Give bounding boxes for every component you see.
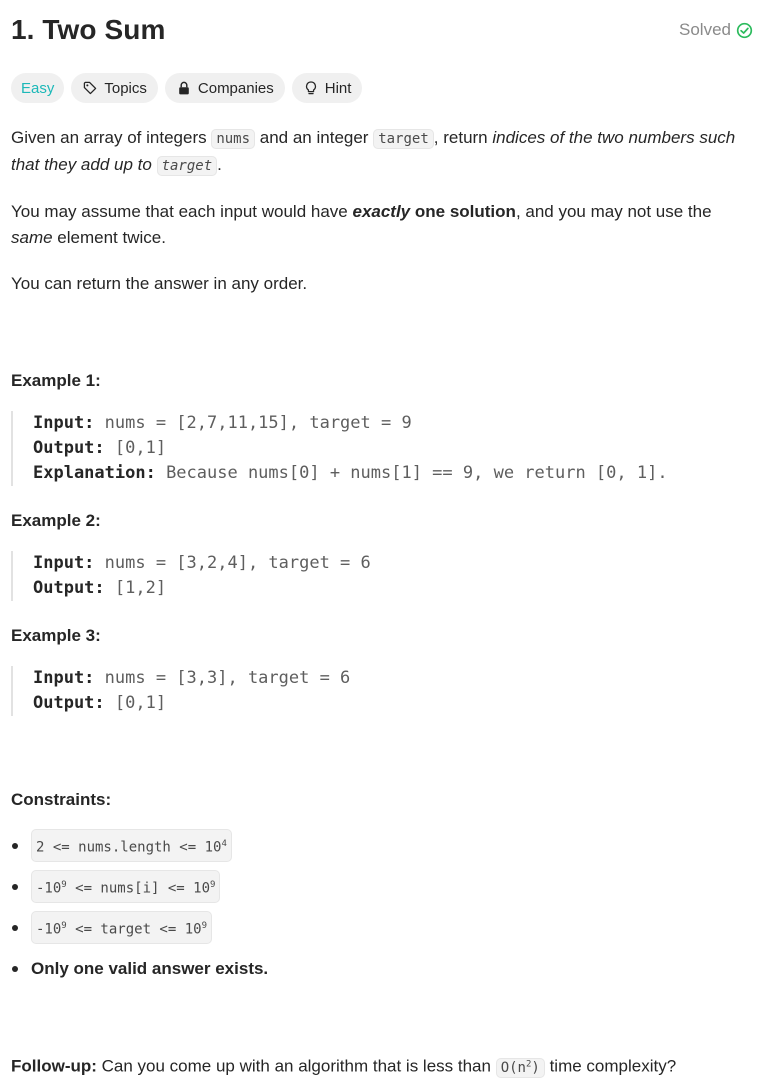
text-fragment: You may assume that each input would hav…	[11, 202, 353, 221]
example-output: [0,1]	[104, 438, 167, 458]
exponent: 9	[210, 879, 216, 890]
constraints-title: Constraints:	[11, 790, 112, 809]
inline-code-nums: nums	[211, 129, 256, 149]
text-fragment: , and you may not use the	[515, 202, 712, 221]
input-label: Input:	[33, 553, 95, 573]
text-fragment: time complexity?	[544, 1056, 677, 1076]
lightbulb-icon	[305, 81, 316, 95]
constraint-item: -109 <= nums[i] <= 109	[11, 866, 756, 907]
text-fragment: Given an array of integers	[11, 128, 212, 147]
exponent: 9	[201, 920, 207, 931]
hint-button[interactable]: Hint	[291, 73, 363, 103]
example-3-block: Input: nums = [3,3], target = 6 Output: …	[11, 666, 756, 716]
constraint-item: -109 <= target <= 109	[11, 907, 756, 948]
example-3-title: Example 3:	[11, 626, 101, 645]
text-fragment: Can you come up with an algorithm that i…	[96, 1056, 496, 1076]
exponent: 4	[221, 838, 227, 849]
check-circle-icon	[736, 22, 753, 38]
constraint-code: -109 <= nums[i] <= 109	[31, 869, 221, 904]
companies-label: Companies	[197, 79, 274, 97]
emphasis-text: same	[11, 228, 53, 247]
output-label: Output:	[33, 693, 105, 713]
input-label: Input:	[33, 413, 95, 433]
difficulty-label: Easy	[21, 79, 55, 97]
code-text: 2 <= nums.length <= 10	[36, 839, 222, 856]
example-1-block: Input: nums = [2,7,11,15], target = 9 Ou…	[11, 411, 756, 486]
difficulty-badge: Easy	[11, 73, 65, 103]
text-fragment: .	[217, 155, 222, 174]
description-paragraph-2: You may assume that each input would hav…	[11, 199, 756, 251]
example-2-block: Input: nums = [3,2,4], target = 6 Output…	[11, 551, 756, 601]
tag-icon	[84, 81, 97, 95]
input-label: Input:	[33, 668, 95, 688]
topics-label: Topics	[104, 79, 147, 97]
description-body: Given an array of integers nums and an i…	[11, 125, 756, 1081]
constraint-text: Only one valid answer exists.	[31, 958, 269, 978]
example-2-title: Example 2:	[11, 511, 101, 530]
example-output: [1,2]	[104, 578, 167, 598]
text-fragment: and an integer	[255, 128, 374, 147]
constraints-list: 2 <= nums.length <= 104 -10 9 <= nums[i] …	[11, 825, 756, 989]
code-text: )	[531, 1059, 540, 1076]
hint-label: Hint	[324, 79, 352, 97]
example-input: nums = [3,2,4], target = 6	[94, 553, 371, 573]
strong-text: one solution	[410, 202, 516, 221]
example-input: nums = [3,3], target = 6	[94, 668, 351, 688]
inline-code-target: target	[373, 129, 434, 149]
solved-label: Solved	[679, 20, 731, 39]
inline-code-target: target	[156, 156, 218, 176]
code-text: O(n	[500, 1059, 526, 1076]
solved-status: Solved	[679, 20, 753, 40]
description-paragraph-3: You can return the answer in any order.	[11, 274, 308, 293]
follow-up-label: Follow-up:	[11, 1056, 97, 1076]
code-text: <= nums[i] <= 10	[66, 880, 211, 897]
text-fragment: element twice.	[52, 228, 166, 247]
problem-title[interactable]: 1. Two Sum	[11, 14, 166, 46]
example-1-title: Example 1:	[11, 371, 101, 390]
tag-chips: Easy Topics Companies Hint	[11, 73, 363, 103]
companies-button[interactable]: Companies	[164, 73, 285, 103]
topics-button[interactable]: Topics	[71, 73, 158, 103]
example-input: nums = [2,7,11,15], target = 9	[94, 413, 412, 433]
constraint-item: 2 <= nums.length <= 104	[11, 825, 756, 866]
code-text: -10	[36, 880, 62, 897]
lock-icon	[179, 81, 189, 95]
constraint-code: -109 <= target <= 109	[31, 910, 212, 945]
constraint-code: 2 <= nums.length <= 104	[31, 828, 232, 863]
title-row: 1. Two Sum Solved	[11, 14, 753, 46]
description-paragraph-1: Given an array of integers nums and an i…	[11, 125, 756, 179]
constraint-item: Only one valid answer exists.	[11, 948, 756, 989]
problem-description: 1. Two Sum Solved Easy Topics Companies …	[0, 0, 767, 1084]
follow-up: Follow-up: Can you come up with an algor…	[11, 1051, 756, 1081]
example-explanation: Because nums[0] + nums[1] == 9, we retur…	[155, 463, 668, 483]
code-text: <= target <= 10	[66, 921, 202, 938]
strong-emphasis-text: exactly	[352, 202, 411, 221]
text-fragment: , return	[433, 128, 493, 147]
code-text: -10	[36, 921, 62, 938]
explanation-label: Explanation:	[33, 463, 156, 483]
complexity-code: O(n2)	[495, 1057, 545, 1078]
output-label: Output:	[33, 438, 105, 458]
example-output: [0,1]	[104, 693, 167, 713]
output-label: Output:	[33, 578, 105, 598]
